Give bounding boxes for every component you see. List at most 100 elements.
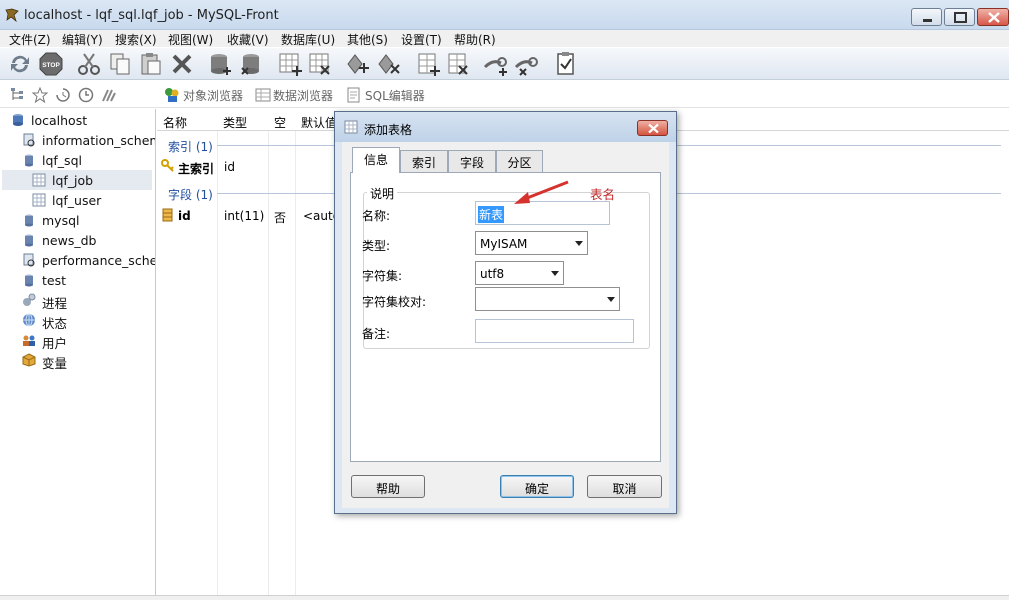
database-tree: localhost information_schem lqf_sql lqf_… — [0, 109, 156, 595]
database-icon — [25, 234, 33, 247]
dropdown-arrow-icon — [575, 241, 583, 246]
box-icon — [22, 353, 36, 367]
dialog-title: 添加表格 — [364, 123, 413, 137]
tree-item-users[interactable]: 用户 — [0, 330, 155, 351]
tree-item-mysql[interactable]: mysql — [0, 210, 155, 230]
tree-item-status[interactable]: 状态 — [0, 310, 155, 331]
app-icon — [5, 8, 19, 22]
cancel-button[interactable]: 取消 — [587, 475, 662, 498]
tree-item-test[interactable]: test — [0, 270, 155, 290]
toolbar: STOP — [0, 48, 1009, 80]
drop-database-icon[interactable] — [238, 51, 264, 77]
column-header-default[interactable]: 默认值 — [301, 114, 337, 131]
minimize-icon — [923, 19, 932, 22]
tab-indexes[interactable]: 索引 — [400, 150, 448, 172]
database-icon — [25, 154, 33, 167]
column-header-type[interactable]: 类型 — [223, 114, 247, 131]
menu-help[interactable]: 帮助(R) — [454, 31, 496, 48]
favorites-star-icon[interactable] — [32, 87, 48, 103]
tree-item-lqf-user[interactable]: lqf_user — [0, 190, 155, 210]
database-icon — [25, 214, 33, 227]
close-icon — [988, 12, 1000, 23]
tab-info[interactable]: 信息 — [352, 147, 400, 173]
comment-input[interactable] — [475, 319, 634, 343]
sql-editor-icon — [347, 87, 360, 103]
menu-bar: 文件(Z) 编辑(Y) 搜索(X) 视图(W) 收藏(V) 数据库(U) 其他(… — [0, 30, 1009, 47]
add-index-icon[interactable] — [415, 51, 441, 77]
column-divider — [295, 131, 296, 595]
server-icon — [13, 114, 23, 126]
dropdown-arrow-icon — [607, 297, 615, 302]
sql-editor-tab[interactable]: SQL编辑器 — [365, 87, 425, 104]
cut-icon[interactable] — [76, 51, 102, 77]
maximize-button[interactable] — [944, 8, 975, 26]
help-button[interactable]: 帮助 — [351, 475, 425, 498]
tree-item-information-schema[interactable]: information_schem — [0, 130, 155, 150]
menu-search[interactable]: 搜索(X) — [115, 31, 157, 48]
column-header-null[interactable]: 空 — [274, 114, 286, 131]
tree-item-processes[interactable]: 进程 — [0, 290, 155, 311]
copy-icon[interactable] — [107, 51, 133, 77]
comment-label: 备注: — [362, 327, 391, 341]
tab-partitions[interactable]: 分区 — [496, 150, 543, 172]
title-bar: localhost - lqf_sql.lqf_job - MySQL-Fron… — [0, 0, 1009, 30]
menu-favorites[interactable]: 收藏(V) — [227, 31, 269, 48]
refresh-icon[interactable] — [7, 51, 33, 77]
tree-item-lqf-job[interactable]: lqf_job — [2, 170, 152, 190]
engine-select[interactable]: MyISAM — [475, 231, 588, 255]
annotation-label: 表名 — [590, 187, 616, 202]
tab-fields[interactable]: 字段 — [448, 150, 496, 172]
column-header-name[interactable]: 名称 — [163, 114, 187, 131]
dropdown-arrow-icon — [551, 271, 559, 276]
table-icon — [344, 120, 358, 134]
trash-icon[interactable] — [101, 87, 117, 103]
paste-icon[interactable] — [138, 51, 164, 77]
dialog-close-button[interactable] — [637, 120, 668, 136]
drop-field-icon[interactable] — [376, 51, 402, 77]
add-table-dialog: 添加表格 信息 索引 字段 分区 说明 名称: 新表 类型: MyISAM 字符… — [334, 111, 677, 514]
menu-view[interactable]: 视图(W) — [168, 31, 213, 48]
tree-item-news-db[interactable]: news_db — [0, 230, 155, 250]
collation-select[interactable] — [475, 287, 620, 311]
menu-file[interactable]: 文件(Z) — [9, 31, 51, 48]
tree-item-lqf-sql[interactable]: lqf_sql — [0, 150, 155, 170]
drop-table-icon[interactable] — [307, 51, 333, 77]
add-database-icon[interactable] — [208, 51, 234, 77]
minimize-button[interactable] — [911, 8, 942, 26]
tree-item-performance-schema[interactable]: performance_scher — [0, 250, 155, 270]
properties-icon[interactable] — [553, 51, 579, 77]
delete-icon[interactable] — [169, 51, 195, 77]
table-icon — [32, 193, 46, 207]
drop-foreign-key-icon[interactable] — [514, 51, 540, 77]
index-section-header[interactable]: 索引 (1) — [168, 138, 213, 155]
menu-database[interactable]: 数据库(U) — [281, 31, 335, 48]
system-database-icon — [23, 133, 35, 147]
clock-icon[interactable] — [78, 87, 94, 103]
sql-history-icon[interactable] — [55, 87, 71, 103]
globe-icon — [23, 313, 35, 327]
add-foreign-key-icon[interactable] — [483, 51, 509, 77]
close-button[interactable] — [977, 8, 1009, 26]
table-icon — [32, 173, 46, 187]
menu-settings[interactable]: 设置(T) — [401, 31, 442, 48]
menu-edit[interactable]: 编辑(Y) — [62, 31, 103, 48]
menu-other[interactable]: 其他(S) — [347, 31, 388, 48]
tree-view-icon[interactable] — [10, 87, 26, 103]
tree-item-localhost[interactable]: localhost — [0, 110, 155, 130]
object-browser-tab[interactable]: 对象浏览器 — [183, 87, 243, 104]
ok-button[interactable]: 确定 — [500, 475, 574, 498]
users-icon — [23, 335, 35, 346]
field-section-header[interactable]: 字段 (1) — [168, 186, 213, 203]
stop-icon[interactable]: STOP — [38, 51, 64, 77]
data-browser-icon — [255, 88, 271, 102]
charset-select[interactable]: utf8 — [475, 261, 564, 285]
drop-index-icon[interactable] — [445, 51, 471, 77]
dialog-title-bar: 添加表格 — [335, 112, 676, 142]
engine-label: 类型: — [362, 239, 391, 253]
close-icon — [648, 123, 659, 134]
add-field-icon[interactable] — [345, 51, 371, 77]
add-table-icon[interactable] — [277, 51, 303, 77]
tree-item-variables[interactable]: 变量 — [0, 350, 155, 371]
data-browser-tab[interactable]: 数据浏览器 — [273, 87, 333, 104]
object-browser-icon — [165, 88, 179, 102]
